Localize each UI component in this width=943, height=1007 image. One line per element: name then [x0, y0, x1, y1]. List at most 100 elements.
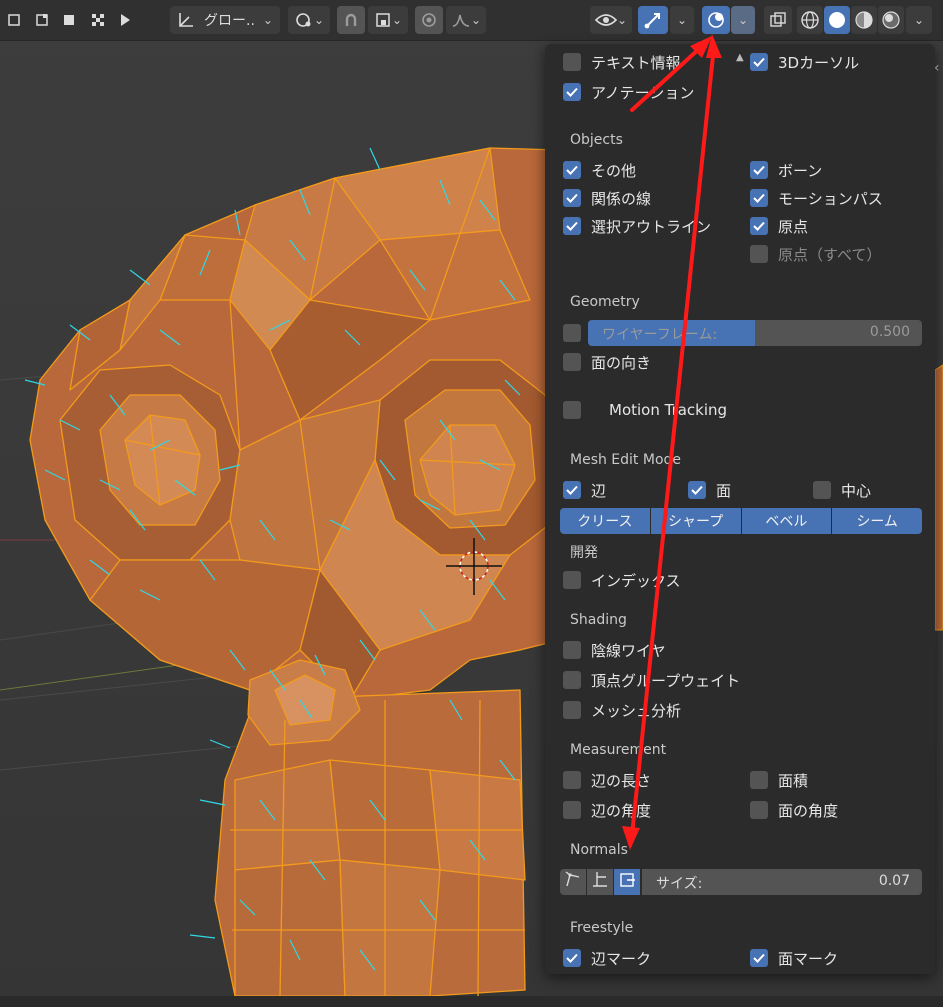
edges-toggle[interactable]: 辺 — [563, 478, 606, 502]
hidden-wire-checkbox[interactable] — [563, 641, 581, 659]
checker-icon[interactable] — [86, 6, 110, 34]
relationship-lines-checkbox[interactable] — [563, 189, 581, 207]
origins-all-toggle[interactable]: 原点（すべて） — [750, 242, 881, 266]
shading-dropdown[interactable]: ⌄ — [906, 6, 932, 34]
chevron-down-icon: ⌄ — [616, 13, 628, 27]
face-orientation-toggle[interactable]: 面の向き — [563, 350, 651, 374]
wireframe-threshold-slider[interactable]: ワイヤーフレーム: 0.500 — [588, 320, 922, 346]
panel-collapse-icon[interactable]: ‹ — [934, 60, 940, 76]
text-info-toggle[interactable]: テキスト情報 — [563, 50, 681, 74]
motion-tracking-checkbox[interactable] — [563, 401, 581, 419]
origins-checkbox[interactable] — [750, 217, 768, 235]
text-info-label: テキスト情報 — [591, 53, 681, 72]
center-toggle[interactable]: 中心 — [813, 478, 871, 502]
snap-target-icon — [374, 11, 392, 29]
face-marks-toggle[interactable]: 面マーク — [750, 946, 838, 970]
gizmo-toggle[interactable] — [638, 6, 668, 34]
extras-toggle[interactable]: その他 — [563, 158, 636, 182]
visibility-dropdown[interactable]: ⌄ — [590, 6, 632, 34]
vertex-group-weights-toggle[interactable]: 頂点グループウェイト — [563, 668, 740, 692]
edges-label: 辺 — [591, 481, 607, 500]
shading-solid-button[interactable] — [824, 6, 850, 34]
annotation-toggle[interactable]: アノテーション — [563, 80, 694, 104]
face-angle-checkbox[interactable] — [750, 801, 768, 819]
pivot-point-dropdown[interactable]: ⌄ — [288, 6, 330, 34]
motion-paths-toggle[interactable]: モーションパス — [750, 186, 883, 210]
3d-cursor-toggle[interactable]: 3Dカーソル — [750, 50, 859, 74]
faces-checkbox[interactable] — [688, 481, 706, 499]
vertex-group-weights-checkbox[interactable] — [563, 671, 581, 689]
motion-tracking-toggle[interactable]: Motion Tracking — [563, 398, 727, 422]
origins-all-checkbox[interactable] — [750, 245, 768, 263]
sharp-button[interactable]: シャープ — [650, 508, 742, 534]
bones-checkbox[interactable] — [750, 161, 768, 179]
face-marks-checkbox[interactable] — [750, 949, 768, 967]
indices-checkbox[interactable] — [563, 571, 581, 589]
edge-marks-label: 辺マーク — [591, 949, 652, 968]
text-info-checkbox[interactable] — [563, 53, 581, 71]
face-area-toggle[interactable]: 面積 — [750, 768, 808, 792]
transform-orientation-dropdown[interactable]: グロー.. ⌄ — [170, 6, 280, 34]
select-extend-icon[interactable] — [30, 6, 54, 34]
outline-selected-checkbox[interactable] — [563, 217, 581, 235]
shading-rendered-button[interactable] — [878, 6, 904, 34]
center-checkbox[interactable] — [813, 481, 831, 499]
face-area-checkbox[interactable] — [750, 771, 768, 789]
xray-toggle[interactable] — [764, 6, 792, 34]
motion-paths-checkbox[interactable] — [750, 189, 768, 207]
relationship-lines-toggle[interactable]: 関係の線 — [563, 186, 651, 210]
mesh-analysis-toggle[interactable]: メッシュ分析 — [563, 698, 681, 722]
indices-label: インデックス — [591, 571, 681, 590]
edges-checkbox[interactable] — [563, 481, 581, 499]
annotation-checkbox[interactable] — [563, 83, 581, 101]
3d-cursor-checkbox[interactable] — [750, 53, 768, 71]
edge-length-checkbox[interactable] — [563, 771, 581, 789]
hidden-wire-toggle[interactable]: 陰線ワイヤ — [563, 638, 666, 662]
shading-material-button[interactable] — [851, 6, 877, 34]
outline-selected-toggle[interactable]: 選択アウトライン — [563, 214, 711, 238]
mesh-analysis-checkbox[interactable] — [563, 701, 581, 719]
falloff-dropdown[interactable]: ⌄ — [446, 6, 486, 34]
select-box-icon[interactable] — [2, 6, 26, 34]
pivot-icon — [294, 11, 314, 29]
hidden-wire-label: 陰線ワイヤ — [591, 641, 666, 660]
play-icon[interactable] — [115, 6, 135, 34]
overlay-icon — [706, 10, 726, 30]
wireframe-toggle[interactable] — [563, 321, 581, 345]
wireframe-checkbox[interactable] — [563, 324, 581, 342]
face-orientation-checkbox[interactable] — [563, 353, 581, 371]
bones-toggle[interactable]: ボーン — [750, 158, 822, 182]
viewport-header: グロー.. ⌄ ⌄ ⌄ ⌄ ⌄ ⌄ ⌄ ⌄ — [0, 0, 943, 41]
face-angle-toggle[interactable]: 面の角度 — [750, 798, 838, 822]
extras-checkbox[interactable] — [563, 161, 581, 179]
chevron-down-icon: ⌄ — [391, 13, 403, 27]
edge-length-toggle[interactable]: 辺の長さ — [563, 768, 651, 792]
transform-orientation-label: グロー.. — [204, 13, 255, 29]
split-normals-button[interactable] — [587, 869, 613, 895]
snap-toggle[interactable] — [337, 6, 365, 34]
indices-toggle[interactable]: インデックス — [563, 568, 681, 592]
gizmo-dropdown[interactable]: ⌄ — [670, 6, 694, 34]
vertex-normals-button[interactable] — [560, 869, 586, 895]
overlay-toggle[interactable] — [702, 6, 730, 34]
xray-icon — [769, 11, 787, 29]
vertex-normals-icon — [564, 871, 582, 893]
shading-wireframe-button[interactable] — [797, 6, 823, 34]
seam-button[interactable]: シーム — [832, 508, 922, 534]
bevel-button[interactable]: ベベル — [741, 508, 833, 534]
edge-angle-checkbox[interactable] — [563, 801, 581, 819]
crease-button[interactable]: クリース — [560, 508, 651, 534]
origins-toggle[interactable]: 原点 — [750, 214, 808, 238]
overlay-dropdown[interactable]: ⌄ — [731, 6, 755, 34]
select-subtract-icon[interactable] — [57, 6, 81, 34]
faces-toggle[interactable]: 面 — [688, 478, 731, 502]
developer-section-title: 開発 — [570, 545, 598, 561]
motion-paths-label: モーションパス — [778, 189, 883, 208]
snap-target-dropdown[interactable]: ⌄ — [368, 6, 408, 34]
edge-angle-toggle[interactable]: 辺の角度 — [563, 798, 651, 822]
edge-marks-toggle[interactable]: 辺マーク — [563, 946, 651, 970]
edge-marks-checkbox[interactable] — [563, 949, 581, 967]
proportional-edit-toggle[interactable] — [415, 6, 443, 34]
face-normals-button[interactable] — [614, 869, 640, 895]
normals-size-field[interactable]: サイズ: 0.07 — [642, 869, 922, 895]
